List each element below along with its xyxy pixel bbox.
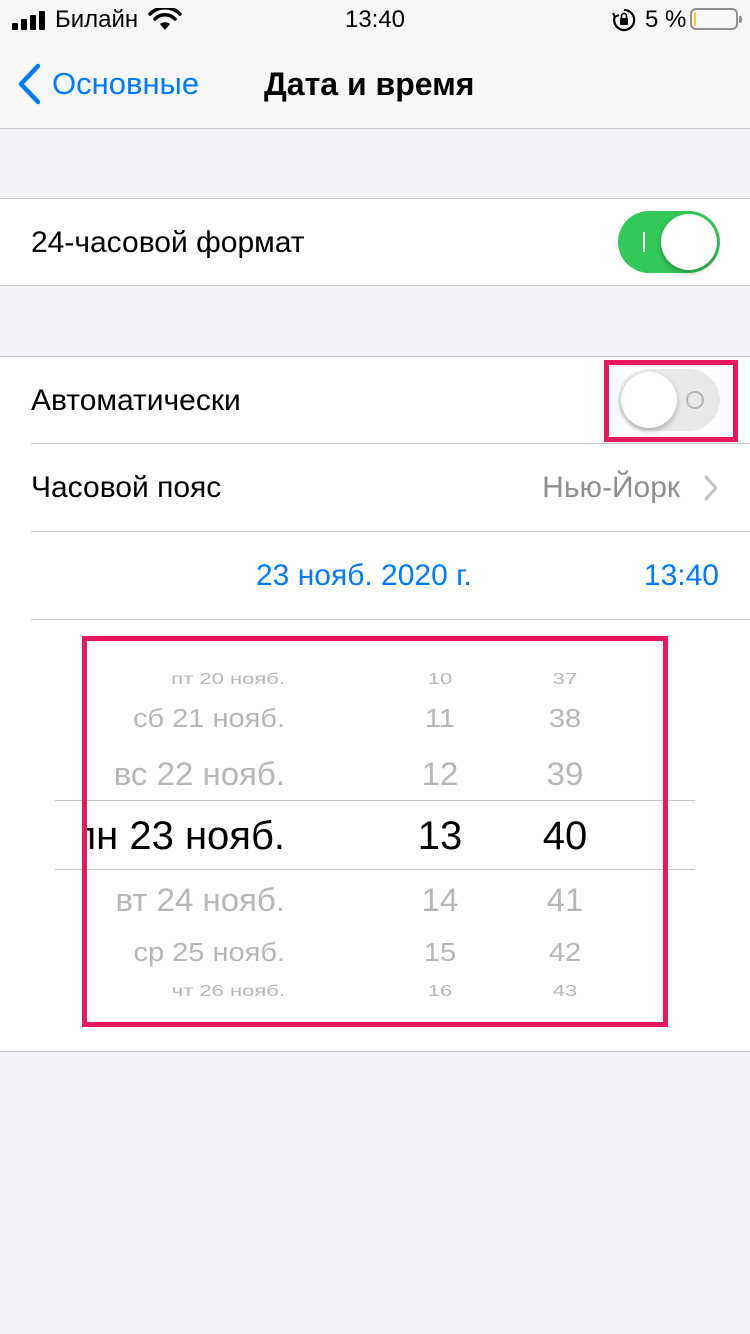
switch-knob bbox=[661, 214, 717, 270]
format-group: 24-часовой формат bbox=[0, 198, 750, 286]
battery-percent: 5 % bbox=[645, 6, 687, 33]
row-separator bbox=[31, 619, 750, 620]
timezone-value: Нью-Йорк bbox=[542, 471, 680, 504]
status-time: 13:40 bbox=[344, 6, 406, 33]
row-timezone[interactable]: Часовой пояс Нью-Йорк bbox=[0, 444, 750, 531]
timezone-label: Часовой пояс bbox=[31, 471, 222, 504]
row-24h-format: 24-часовой формат bbox=[0, 199, 750, 285]
status-bar: Билайн 13:40 5 % bbox=[0, 0, 750, 40]
switch-on-mark bbox=[643, 232, 645, 252]
date-value[interactable]: 23 нояб. 2020 г. bbox=[256, 559, 472, 593]
back-button-label: Основные bbox=[52, 66, 200, 101]
format-24h-toggle[interactable] bbox=[618, 211, 720, 273]
automatic-label: Автоматически bbox=[31, 384, 241, 417]
chevron-left-icon bbox=[18, 63, 41, 105]
chevron-right-icon bbox=[704, 475, 718, 501]
back-button[interactable]: Основные bbox=[16, 62, 199, 106]
battery-icon bbox=[690, 8, 742, 30]
page-title: Дата и время bbox=[264, 66, 475, 102]
time-value[interactable]: 13:40 bbox=[644, 559, 719, 593]
highlight-frame-automatic bbox=[604, 360, 738, 442]
highlight-frame-picker bbox=[82, 636, 668, 1027]
battery-level bbox=[694, 12, 696, 26]
format-24h-label: 24-часовой формат bbox=[31, 226, 305, 259]
rotation-lock-icon bbox=[612, 8, 636, 32]
navigation-bar: Основные Дата и время bbox=[0, 40, 750, 129]
row-current-datetime: 23 нояб. 2020 г. 13:40 bbox=[0, 532, 750, 619]
